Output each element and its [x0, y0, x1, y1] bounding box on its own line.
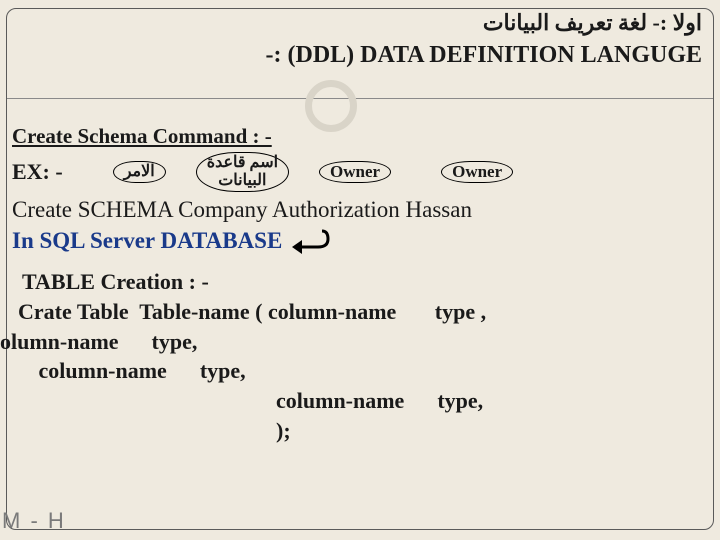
footer-label: M - H	[2, 508, 66, 534]
cloud-dbname-l1: اسم قاعدة	[207, 154, 278, 171]
table-line-3: column-name type,	[22, 356, 708, 386]
cloud-command: الامر	[113, 161, 166, 183]
content-area: Create Schema Command : - EX: - الامر اس…	[12, 122, 708, 445]
cloud-owner-1: Owner	[319, 161, 391, 184]
schema-statement: Create SCHEMA Company Authorization Hass…	[12, 194, 708, 225]
table-heading: TABLE Creation : -	[22, 267, 708, 297]
table-line-1: Crate Table Table-name ( column-name typ…	[18, 297, 708, 327]
cloud-row: EX: - الامر اسم قاعدة البيانات Owner Own…	[12, 152, 708, 191]
ex-label: EX: -	[12, 157, 63, 187]
schema-heading: Create Schema Command : -	[12, 122, 708, 150]
note-line-row: In SQL Server DATABASE	[12, 225, 708, 258]
table-line-2: olumn-name type,	[0, 327, 708, 357]
title-english: -: (DDL) DATA DEFINITION LANGUGE	[0, 42, 702, 69]
return-arrow-icon	[288, 227, 330, 257]
title-arabic: اولا :- لغة تعريف البيانات	[483, 10, 702, 36]
divider-line	[7, 98, 713, 99]
sqlserver-note: In SQL Server DATABASE	[12, 228, 282, 253]
cloud-dbname: اسم قاعدة البيانات	[196, 152, 289, 191]
slide: اولا :- لغة تعريف البيانات -: (DDL) DATA…	[0, 0, 720, 540]
table-line-5: );	[12, 416, 708, 446]
cloud-dbname-l2: البيانات	[218, 172, 266, 189]
table-line-4: column-name type,	[12, 386, 708, 416]
cloud-owner-2: Owner	[441, 161, 513, 184]
